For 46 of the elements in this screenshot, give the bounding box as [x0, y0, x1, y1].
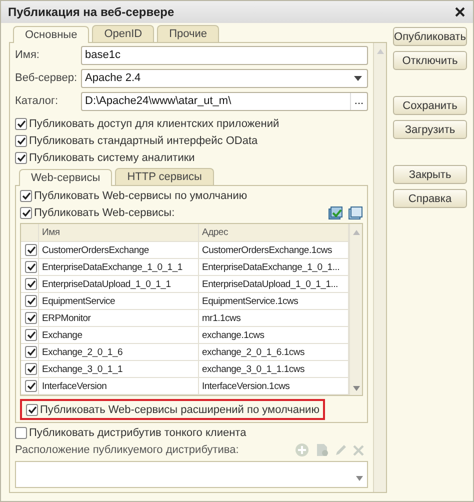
scrollbar[interactable] [349, 224, 362, 395]
table-cell: Exchange_3_0_1_1 [39, 361, 199, 377]
checkbox-label: Публиковать Web-сервисы по умолчанию [34, 190, 248, 202]
scroll-down-icon[interactable] [356, 476, 363, 481]
column-header[interactable]: Имя [39, 224, 199, 241]
tab[interactable]: Основные [13, 26, 90, 43]
checkbox[interactable] [15, 426, 27, 438]
table-cell: EnterpriseDataExchange_1_0_1_1 [39, 259, 199, 275]
button[interactable]: Загрузить [393, 120, 467, 139]
field-label: Каталог: [15, 95, 60, 107]
button[interactable]: Сохранить [393, 96, 467, 115]
dropdown-field[interactable]: Apache 2.4 [81, 68, 368, 88]
checkbox-label: Публиковать Web-сервисы: [34, 206, 175, 218]
button[interactable]: Закрыть [393, 165, 467, 184]
scroll-down-icon[interactable] [352, 386, 360, 391]
field-label: Веб-сервер: [15, 72, 78, 84]
browse-button[interactable]: ... [350, 92, 367, 110]
scrollbar[interactable] [373, 43, 386, 492]
table-cell: Exchange_2_0_1_6 [39, 344, 199, 360]
tab[interactable]: Прочие [157, 25, 220, 42]
button[interactable]: Отключить [393, 51, 467, 70]
field-label: Расположение публикуемого дистрибутива: [15, 444, 239, 456]
table-cell: InterfaceVersion [39, 378, 199, 394]
button[interactable]: Справка [393, 189, 467, 208]
table-cell: EnterpriseDataUpload_1_0_1_1 [39, 276, 199, 292]
table-cell: ERPMonitor [39, 310, 199, 326]
dropdown-caret-icon[interactable] [354, 76, 362, 80]
checkbox-label: Публиковать Web-сервисы расширений по умолчанию [40, 404, 320, 416]
input-field[interactable]: base1c [81, 46, 368, 64]
button[interactable]: Опубликовать [393, 27, 467, 46]
checkbox-label: Публиковать доступ для клиентских приложений [29, 118, 280, 130]
checkbox-label: Публиковать систему аналитики [29, 152, 195, 164]
window-title: Публикация на веб-сервере [8, 5, 174, 19]
check-all-icon[interactable] [328, 206, 343, 220]
field-label: Имя: [15, 49, 40, 61]
tab[interactable]: Web-сервисы [19, 169, 112, 186]
tab[interactable]: HTTP сервисы [115, 168, 214, 185]
tab[interactable]: OpenID [92, 25, 154, 42]
table-cell: Exchange [39, 327, 199, 343]
input-field[interactable]: D:\Apache24\www\atar_ut_m\ ... [81, 92, 368, 110]
checkbox-label: Публиковать стандартный интерфейс OData [29, 134, 258, 146]
table-cell: CustomerOrdersExchange [39, 242, 199, 258]
checkbox-label: Публиковать дистрибутив тонкого клиента [29, 426, 246, 438]
uncheck-all-icon[interactable] [348, 206, 363, 220]
close-icon[interactable] [455, 7, 465, 17]
table-cell: EquipmentService [39, 293, 199, 309]
